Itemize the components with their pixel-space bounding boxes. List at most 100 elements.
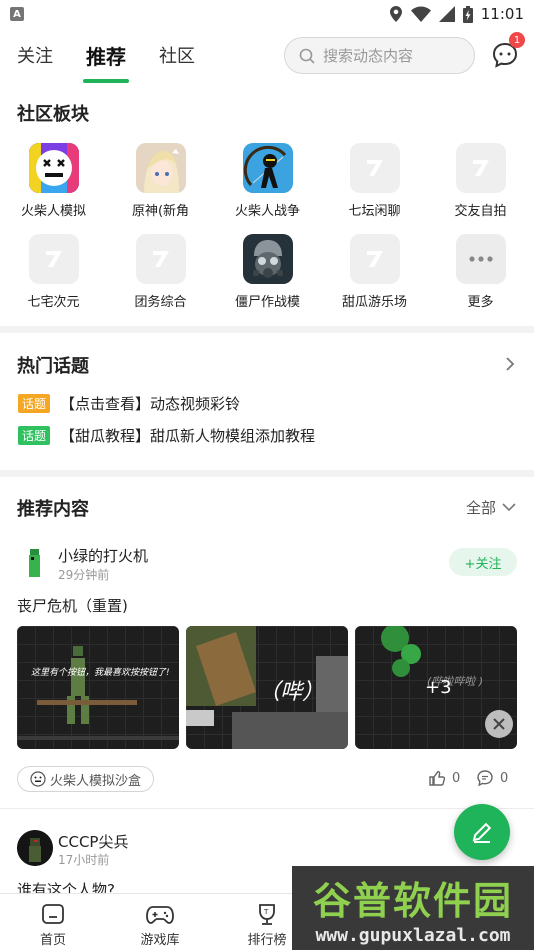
comment-button[interactable]: 0 <box>476 769 508 787</box>
post-divider <box>0 808 534 809</box>
watermark-url: www.gupuxlazal.com <box>315 925 511 946</box>
stick-war-icon <box>242 143 293 193</box>
board-label: 僵尸作战模 <box>234 295 300 310</box>
follow-button[interactable]: +关注 <box>449 548 517 576</box>
avatar[interactable] <box>17 545 53 581</box>
filter-label: 全部 <box>466 499 497 517</box>
home-icon <box>42 904 64 924</box>
nav-label: 排行榜 <box>247 933 287 948</box>
board-genshin[interactable]: 原神(新角 <box>107 143 214 219</box>
game-tag-icon <box>30 771 46 787</box>
board-zombie-war[interactable]: 僵尸作战模 <box>214 234 321 310</box>
tab-recommend[interactable]: 推荐 <box>86 41 126 70</box>
battery-icon <box>462 5 473 23</box>
post-image[interactable]: 这里有个按钮，我最喜欢按按钮了! <box>17 626 179 749</box>
post-image[interactable]: (哔啦哔啦 ) +3 <box>355 626 517 749</box>
board-label: 甜瓜游乐场 <box>341 295 407 310</box>
status-bar: A 11:01 <box>0 0 534 28</box>
tab-follow[interactable]: 关注 <box>17 42 53 68</box>
watermark: 谷普软件园 www.gupuxlazal.com <box>292 866 534 950</box>
comment-count: 0 <box>500 770 509 786</box>
app-notification-icon: A <box>10 7 24 21</box>
signal-icon <box>438 6 455 22</box>
trophy-icon: T <box>259 904 275 925</box>
placeholder-7-icon <box>28 234 79 284</box>
board-label: 原神(新角 <box>131 204 190 219</box>
search-placeholder: 搜索动态内容 <box>323 47 414 65</box>
search-box[interactable]: 搜索动态内容 <box>284 37 475 74</box>
board-label: 七宅次元 <box>27 295 80 310</box>
game-tag[interactable]: 火柴人模拟沙盒 <box>17 766 155 792</box>
watermark-logo-text: 谷普软件园 <box>312 879 513 923</box>
pencil-icon <box>472 822 492 843</box>
placeholder-7-icon <box>455 143 506 193</box>
post-username[interactable]: 小绿的打火机 <box>58 545 148 566</box>
avatar[interactable] <box>17 830 53 866</box>
topic-tag: 话题 <box>18 426 51 445</box>
image-caption: （哔） <box>258 680 325 705</box>
create-post-button[interactable] <box>454 804 510 860</box>
post-time: 17小时前 <box>58 853 110 867</box>
board-more[interactable]: 更多 <box>427 234 534 310</box>
search-icon <box>299 48 315 64</box>
board-selfie[interactable]: 交友自拍 <box>427 143 534 219</box>
game-tag-label: 火柴人模拟沙盒 <box>50 773 142 789</box>
board-label: 更多 <box>467 295 494 310</box>
nav-game-library[interactable]: 游戏库 <box>120 902 200 948</box>
topic-text: 【甜瓜教程】甜瓜新人物模组添加教程 <box>60 427 316 445</box>
like-button[interactable]: 0 <box>428 769 460 787</box>
nav-label: 游戏库 <box>140 933 180 948</box>
post-title[interactable]: 丧尸危机（重置) <box>17 595 128 616</box>
post-image[interactable]: （哔） <box>186 626 348 749</box>
wifi-icon <box>410 6 431 22</box>
chevron-right-icon[interactable] <box>505 356 515 372</box>
more-dots-icon <box>455 234 506 284</box>
message-button[interactable]: 1 <box>490 32 525 70</box>
boards-title: 社区板块 <box>17 104 89 125</box>
stickman-face-icon <box>28 143 79 193</box>
thumbs-up-icon <box>429 770 446 786</box>
board-label: 火柴人模拟 <box>20 204 86 219</box>
topic-text: 【点击查看】动态视频彩铃 <box>60 395 241 413</box>
board-melon-playground[interactable]: 甜瓜游乐场 <box>321 234 428 310</box>
hot-topics-title: 热门话题 <box>17 356 89 377</box>
board-qitan-chat[interactable]: 七坛闲聊 <box>321 143 428 219</box>
gas-mask-icon <box>242 234 293 284</box>
anime-girl-icon <box>135 143 186 193</box>
tab-community[interactable]: 社区 <box>159 42 195 68</box>
topic-item[interactable]: 话题 【甜瓜教程】甜瓜新人物模组添加教程 <box>18 425 315 446</box>
like-count: 0 <box>452 770 461 786</box>
board-label: 团务综合 <box>134 295 187 310</box>
filter-dropdown[interactable]: 全部 <box>466 497 516 518</box>
location-icon <box>389 6 402 22</box>
board-label: 交友自拍 <box>454 204 507 219</box>
board-qizhai[interactable]: 七宅次元 <box>0 234 107 310</box>
more-images-count: +3 <box>425 677 452 698</box>
topic-tag: 话题 <box>18 394 51 413</box>
topic-item[interactable]: 话题 【点击查看】动态视频彩铃 <box>18 393 240 414</box>
post-time: 29分钟前 <box>58 568 110 582</box>
placeholder-7-icon <box>349 143 400 193</box>
recommended-title: 推荐内容 <box>17 499 89 520</box>
post-username[interactable]: CCCP尖兵 <box>58 831 128 852</box>
clock: 11:01 <box>480 5 524 23</box>
board-label: 火柴人战争 <box>234 204 300 219</box>
nav-label: 首页 <box>39 933 66 948</box>
active-tab-indicator <box>83 79 129 83</box>
board-stick-war[interactable]: 火柴人战争 <box>214 143 321 219</box>
chevron-down-icon <box>502 503 516 512</box>
svg-text:T: T <box>263 908 269 916</box>
nav-home[interactable]: 首页 <box>13 902 93 948</box>
board-label: 七坛闲聊 <box>348 204 401 219</box>
placeholder-7-icon <box>349 234 400 284</box>
gamepad-icon <box>146 906 174 924</box>
section-divider <box>0 470 534 477</box>
top-nav: 关注 推荐 社区 搜索动态内容 1 <box>0 28 534 88</box>
message-badge: 1 <box>509 32 525 48</box>
image-caption: 这里有个按钮，我最喜欢按按钮了! <box>31 668 170 678</box>
board-stickman-sim[interactable]: 火柴人模拟 <box>0 143 107 219</box>
comment-icon <box>477 770 493 787</box>
section-divider <box>0 326 534 333</box>
board-group-affairs[interactable]: 团务综合 <box>107 234 214 310</box>
placeholder-7-icon <box>135 234 186 284</box>
